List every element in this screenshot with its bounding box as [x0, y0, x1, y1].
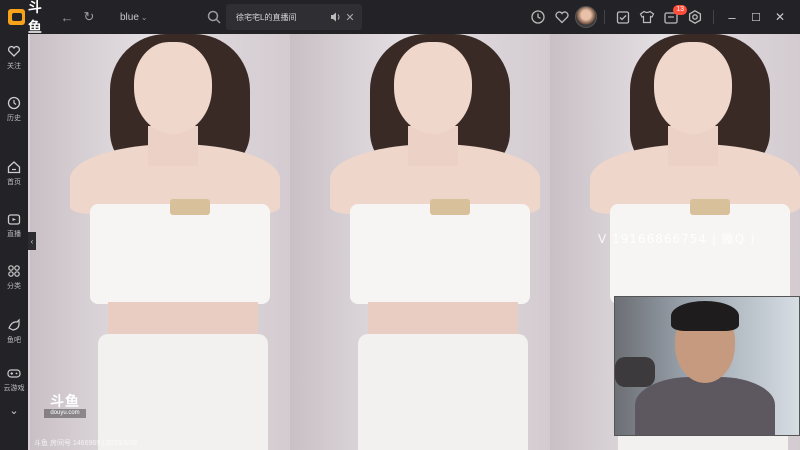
- user-avatar-button[interactable]: [574, 5, 598, 29]
- clock-icon: [7, 96, 21, 110]
- history-button[interactable]: [526, 5, 550, 29]
- back-button[interactable]: ←: [56, 6, 78, 28]
- chevron-down-icon: ⌄: [9, 405, 19, 417]
- sidebar-item-label: 历史: [7, 115, 21, 122]
- search-input[interactable]: blue: [120, 12, 139, 23]
- sidebar-item-follow[interactable]: 关注: [0, 44, 28, 78]
- sidebar-item-label: 鱼吧: [7, 337, 21, 344]
- window-tools: 13 – ☐ ✕: [526, 0, 792, 34]
- gamepad-icon: [7, 369, 21, 378]
- video-panel: [30, 34, 290, 450]
- sidebar-item-label: 分类: [7, 283, 21, 290]
- douyu-watermark-logo: 斗鱼 douyu.com: [44, 394, 86, 424]
- avatar: [575, 6, 597, 28]
- close-window-button[interactable]: ✕: [768, 5, 792, 29]
- sidebar-item-label: 关注: [7, 63, 21, 70]
- sidebar-item-fishbar[interactable]: 鱼吧: [0, 318, 28, 352]
- live-tv-icon: [7, 214, 21, 225]
- maximize-button[interactable]: ☐: [744, 5, 768, 29]
- title-bar: 斗鱼 ← ↻ blue ⌄ 徐宅宅L的直播间 ✕ 13 – ☐ ✕: [0, 0, 800, 37]
- sidebar-item-label: 云游戏: [3, 385, 25, 392]
- follow-button[interactable]: [550, 5, 574, 29]
- sound-icon[interactable]: [330, 11, 342, 23]
- task-check-icon: [616, 11, 630, 24]
- sidebar-more-button[interactable]: ⌄: [0, 404, 28, 420]
- app-logo[interactable]: 斗鱼: [8, 0, 56, 37]
- search-icon[interactable]: [206, 9, 222, 25]
- toolbar-divider: [604, 10, 605, 24]
- douyu-logo-icon: [8, 9, 25, 25]
- sidebar-item-cloud-game[interactable]: 云游戏: [0, 366, 28, 400]
- skin-button[interactable]: [635, 5, 659, 29]
- clock-icon: [531, 10, 545, 24]
- message-button[interactable]: 13: [659, 5, 687, 29]
- streamer-camera-overlay: [614, 296, 800, 436]
- sidebar-item-label: 直播: [7, 231, 21, 238]
- sidebar-item-category[interactable]: 分类: [0, 264, 28, 298]
- watermark-logo-sub: douyu.com: [44, 409, 86, 418]
- sidebar-item-label: 首页: [7, 179, 21, 186]
- grid-icon: [8, 265, 20, 277]
- sidebar-item-history[interactable]: 历史: [0, 96, 28, 130]
- settings-button[interactable]: [683, 5, 707, 29]
- sidebar-item-home[interactable]: 首页: [0, 160, 28, 194]
- minimize-button[interactable]: –: [720, 5, 744, 29]
- search-suggest-arrow[interactable]: ⌄: [141, 13, 148, 22]
- tshirt-icon: [639, 10, 655, 24]
- contact-watermark: V 19166866754 | 微Q ): [598, 232, 756, 246]
- refresh-button[interactable]: ↻: [78, 6, 100, 28]
- watermark-logo-text: 斗鱼: [50, 393, 80, 409]
- sidebar-collapse-button[interactable]: ‹: [28, 232, 36, 250]
- logo-text: 斗鱼: [27, 0, 43, 35]
- sidebar-item-live[interactable]: 直播: [0, 212, 28, 246]
- left-sidebar: 关注 历史 首页 直播 分类 鱼吧 云游戏 ⌄: [0, 34, 28, 450]
- video-panel: [290, 34, 550, 450]
- gear-icon: [688, 10, 702, 24]
- toolbar-divider: [713, 10, 714, 24]
- tab-live-room[interactable]: 徐宅宅L的直播间 ✕: [226, 4, 362, 30]
- search-box[interactable]: blue ⌄: [108, 6, 200, 28]
- task-button[interactable]: [611, 5, 635, 29]
- heart-icon: [555, 11, 569, 24]
- fish-icon: [8, 318, 20, 331]
- heart-icon: [7, 45, 21, 57]
- room-info-watermark: 斗鱼 房间号 1466969 | 2023/2/28: [34, 440, 137, 447]
- home-icon: [7, 161, 21, 174]
- tab-close-button[interactable]: ✕: [344, 11, 356, 24]
- tab-title: 徐宅宅L的直播间: [236, 12, 297, 22]
